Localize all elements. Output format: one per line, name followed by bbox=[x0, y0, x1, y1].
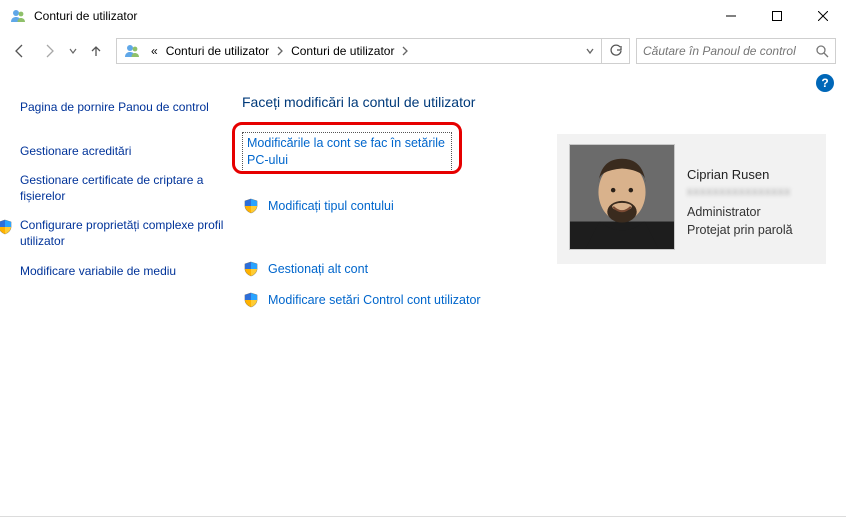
sidebar-item-advanced-profile[interactable]: Configurare proprietăți complexe profil … bbox=[18, 211, 228, 256]
address-dropdown[interactable] bbox=[579, 39, 601, 63]
link-change-in-settings[interactable]: Modificările la cont se fac în setările … bbox=[247, 135, 447, 169]
sidebar-item-label: Configurare proprietăți complexe profil … bbox=[20, 218, 228, 249]
search-icon[interactable] bbox=[809, 44, 835, 58]
shield-icon bbox=[0, 218, 14, 235]
account-email-blurred: xxxxxxxxxxxxxxxx bbox=[687, 185, 814, 201]
sidebar: Pagina de pornire Panou de control Gesti… bbox=[18, 92, 228, 309]
search-input[interactable] bbox=[637, 44, 809, 58]
users-icon bbox=[121, 40, 143, 62]
breadcrumb-item[interactable]: Conturi de utilizator bbox=[287, 39, 398, 63]
up-button[interactable] bbox=[82, 37, 110, 65]
account-card: Ciprian Rusen xxxxxxxxxxxxxxxx Administr… bbox=[557, 134, 826, 264]
account-role: Administrator bbox=[687, 203, 814, 221]
link-manage-another-account[interactable]: Gestionați alt cont bbox=[268, 261, 368, 278]
link-uac-settings[interactable]: Modificare setări Control cont utilizato… bbox=[268, 292, 481, 309]
link-change-account-type[interactable]: Modificați tipul contului bbox=[268, 198, 394, 215]
sidebar-item-credentials[interactable]: Gestionare acreditări bbox=[18, 137, 228, 167]
close-button[interactable] bbox=[800, 0, 846, 32]
sidebar-item-env-vars[interactable]: Modificare variabile de mediu bbox=[18, 257, 228, 287]
address-bar[interactable]: « Conturi de utilizator Conturi de utili… bbox=[116, 38, 630, 64]
titlebar: Conturi de utilizator bbox=[0, 0, 846, 32]
sidebar-item-certificates[interactable]: Gestionare certificate de criptare a fiș… bbox=[18, 166, 228, 211]
shield-icon bbox=[242, 198, 260, 214]
avatar bbox=[569, 144, 675, 250]
chevron-right-icon[interactable] bbox=[398, 39, 412, 63]
minimize-button[interactable] bbox=[708, 0, 754, 32]
page-title: Faceți modificări la contul de utilizato… bbox=[242, 94, 828, 110]
forward-button[interactable] bbox=[36, 37, 64, 65]
breadcrumb-item[interactable]: Conturi de utilizator bbox=[162, 39, 273, 63]
shield-icon bbox=[242, 261, 260, 277]
account-name: Ciprian Rusen bbox=[687, 166, 814, 185]
users-icon bbox=[8, 6, 28, 26]
sidebar-home-link[interactable]: Pagina de pornire Panou de control bbox=[18, 93, 228, 123]
search-box[interactable] bbox=[636, 38, 836, 64]
chevron-right-icon[interactable] bbox=[273, 39, 287, 63]
window-controls bbox=[708, 0, 846, 32]
help-row: ? bbox=[0, 70, 846, 92]
shield-icon bbox=[242, 292, 260, 308]
refresh-button[interactable] bbox=[601, 39, 629, 63]
window-title: Conturi de utilizator bbox=[34, 9, 137, 23]
back-button[interactable] bbox=[6, 37, 34, 65]
account-info: Ciprian Rusen xxxxxxxxxxxxxxxx Administr… bbox=[687, 144, 814, 254]
maximize-button[interactable] bbox=[754, 0, 800, 32]
help-button[interactable]: ? bbox=[816, 74, 834, 92]
breadcrumb-prefix[interactable]: « bbox=[147, 39, 162, 63]
account-protection: Protejat prin parolă bbox=[687, 221, 814, 239]
history-dropdown[interactable] bbox=[66, 46, 80, 56]
navbar: « Conturi de utilizator Conturi de utili… bbox=[0, 32, 846, 70]
